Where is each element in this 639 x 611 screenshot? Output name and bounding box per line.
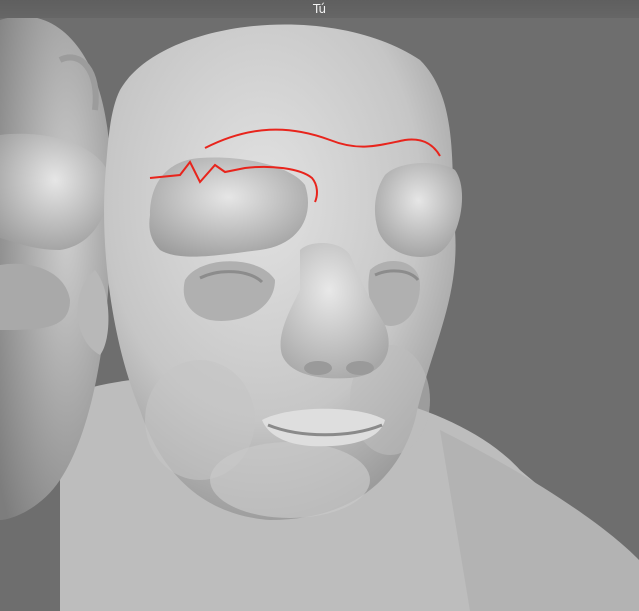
left-brow-mesh [149, 157, 308, 257]
chin-mesh [210, 442, 370, 518]
left-nostril [304, 361, 332, 375]
right-nostril [346, 361, 374, 375]
right-brow-mesh [374, 163, 463, 258]
sculpt-app-window: Tú [0, 0, 639, 611]
3d-viewport[interactable] [0, 0, 639, 611]
window-title-bar: Tú [0, 0, 639, 18]
window-title: Tú [312, 2, 327, 16]
viewport-canvas[interactable] [0, 0, 639, 611]
